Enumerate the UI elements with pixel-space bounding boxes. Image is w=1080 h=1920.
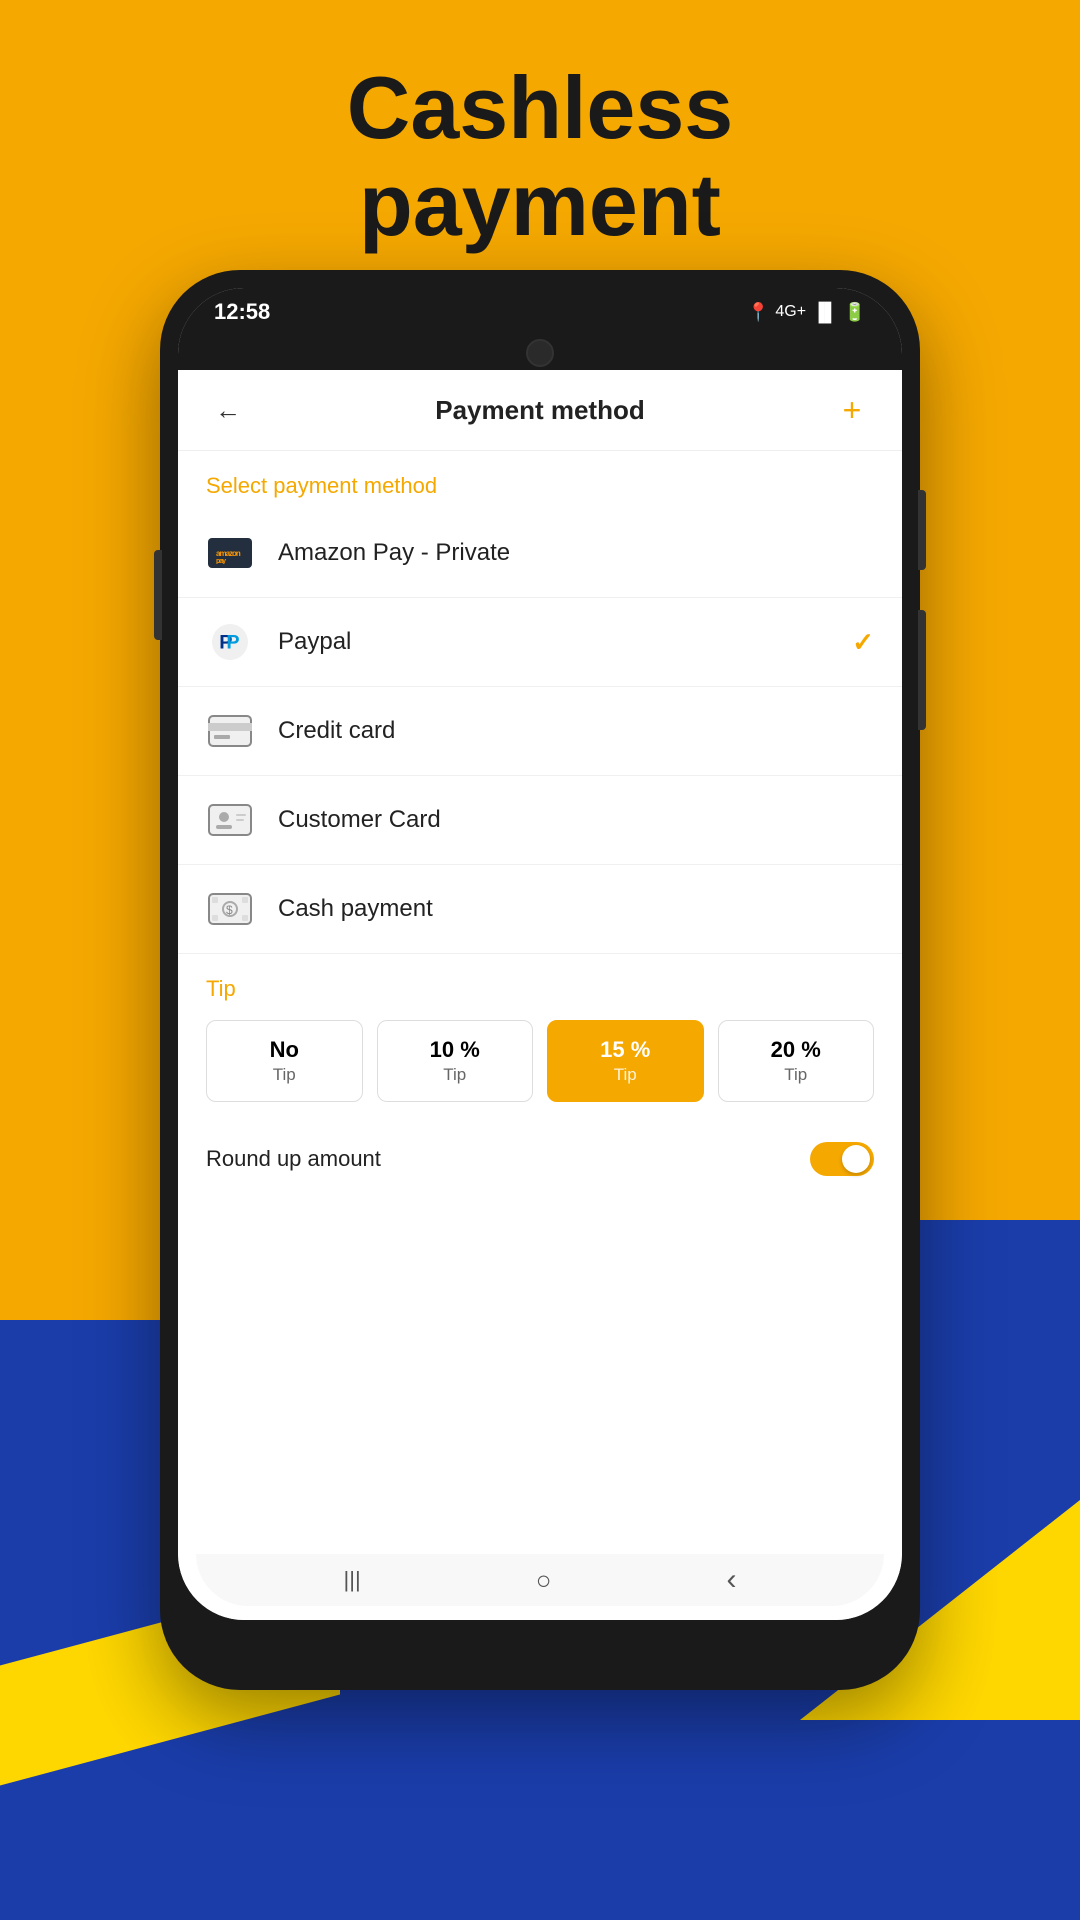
tip-20-button[interactable]: 20 % Tip: [718, 1020, 875, 1102]
location-icon: 📍: [747, 302, 769, 323]
round-up-toggle[interactable]: [810, 1142, 874, 1176]
app-content: ← Payment method + Select payment method: [178, 370, 902, 1620]
side-button-right-bottom: [918, 610, 926, 730]
tip-no-button[interactable]: No Tip: [206, 1020, 363, 1102]
cash-icon: $: [208, 893, 252, 925]
svg-text:$: $: [226, 903, 233, 917]
payment-item-amazon-pay[interactable]: amazon pay Amazon Pay - Private: [178, 509, 902, 598]
nav-menu-icon[interactable]: |||: [344, 1567, 361, 1593]
paypal-checkmark: ✓: [852, 627, 874, 658]
amazon-pay-label: Amazon Pay - Private: [278, 539, 874, 567]
tip-15-percent: 15 %: [556, 1037, 695, 1063]
credit-card-icon: [208, 715, 252, 747]
customer-card-label: Customer Card: [278, 806, 874, 834]
tip-no-word: Tip: [215, 1065, 354, 1085]
tip-section: Tip No Tip 10 % Tip 15 % Tip: [178, 954, 902, 1102]
payment-item-customer-card[interactable]: Customer Card: [178, 776, 902, 865]
payment-item-cash[interactable]: $ Cash payment: [178, 865, 902, 954]
amazon-pay-icon-container: amazon pay: [206, 529, 254, 577]
round-up-label: Round up amount: [206, 1146, 381, 1172]
tip-10-word: Tip: [386, 1065, 525, 1085]
battery-icon: 🔋: [844, 302, 866, 323]
tip-20-percent: 20 %: [727, 1037, 866, 1063]
customer-card-icon: [208, 804, 252, 836]
side-button-right-top: [918, 490, 926, 570]
payment-item-credit-card[interactable]: Credit card: [178, 687, 902, 776]
toggle-knob: [842, 1145, 870, 1173]
camera-notch: [526, 339, 554, 367]
signal-text: 4G+: [775, 303, 806, 321]
status-bar: 12:58 📍 4G+ ▐▌ 🔋: [178, 288, 902, 336]
tip-section-label: Tip: [206, 976, 874, 1002]
payment-item-paypal[interactable]: P P Paypal ✓: [178, 598, 902, 687]
paypal-icon: P P: [212, 624, 248, 660]
paypal-label: Paypal: [278, 628, 852, 656]
nav-home-icon[interactable]: ○: [536, 1565, 552, 1596]
phone-screen: 12:58 📍 4G+ ▐▌ 🔋 ← Payment method +: [178, 288, 902, 1620]
cash-icon-container: $: [206, 885, 254, 933]
svg-text:pay: pay: [216, 558, 226, 564]
tip-no-percent: No: [215, 1037, 354, 1063]
back-button[interactable]: ←: [206, 388, 250, 432]
notch-area: [178, 336, 902, 370]
tip-10-button[interactable]: 10 % Tip: [377, 1020, 534, 1102]
scroll-area[interactable]: Select payment method amazon pay Amazon …: [178, 451, 902, 1620]
page-title: Cashless payment: [0, 60, 1080, 254]
tip-15-word: Tip: [556, 1065, 695, 1085]
status-icons: 📍 4G+ ▐▌ 🔋: [747, 302, 866, 323]
side-button-left: [154, 550, 162, 640]
back-arrow-icon: ←: [215, 395, 241, 426]
credit-card-icon-container: [206, 707, 254, 755]
payment-section-label: Select payment method: [178, 451, 902, 509]
svg-text:amazon: amazon: [216, 549, 241, 558]
amazon-pay-icon: amazon pay: [208, 538, 252, 568]
phone-frame: 12:58 📍 4G+ ▐▌ 🔋 ← Payment method +: [160, 270, 920, 1690]
credit-card-label: Credit card: [278, 717, 874, 745]
signal-bars-icon: ▐▌: [812, 302, 838, 323]
paypal-icon-container: P P: [206, 618, 254, 666]
cash-payment-label: Cash payment: [278, 895, 874, 923]
screen-title: Payment method: [435, 395, 645, 426]
tip-15-button[interactable]: 15 % Tip: [547, 1020, 704, 1102]
add-payment-button[interactable]: +: [830, 388, 874, 432]
tip-10-percent: 10 %: [386, 1037, 525, 1063]
customer-card-icon-container: [206, 796, 254, 844]
nav-back-icon[interactable]: ‹: [726, 1563, 736, 1597]
add-icon: +: [843, 392, 862, 429]
top-bar: ← Payment method +: [178, 370, 902, 451]
phone-nav-bar: ||| ○ ‹: [196, 1554, 884, 1606]
svg-text:P: P: [226, 631, 239, 653]
round-up-row: Round up amount: [178, 1132, 902, 1196]
status-time: 12:58: [214, 299, 270, 325]
tip-buttons-container: No Tip 10 % Tip 15 % Tip 20 %: [206, 1020, 874, 1102]
tip-20-word: Tip: [727, 1065, 866, 1085]
